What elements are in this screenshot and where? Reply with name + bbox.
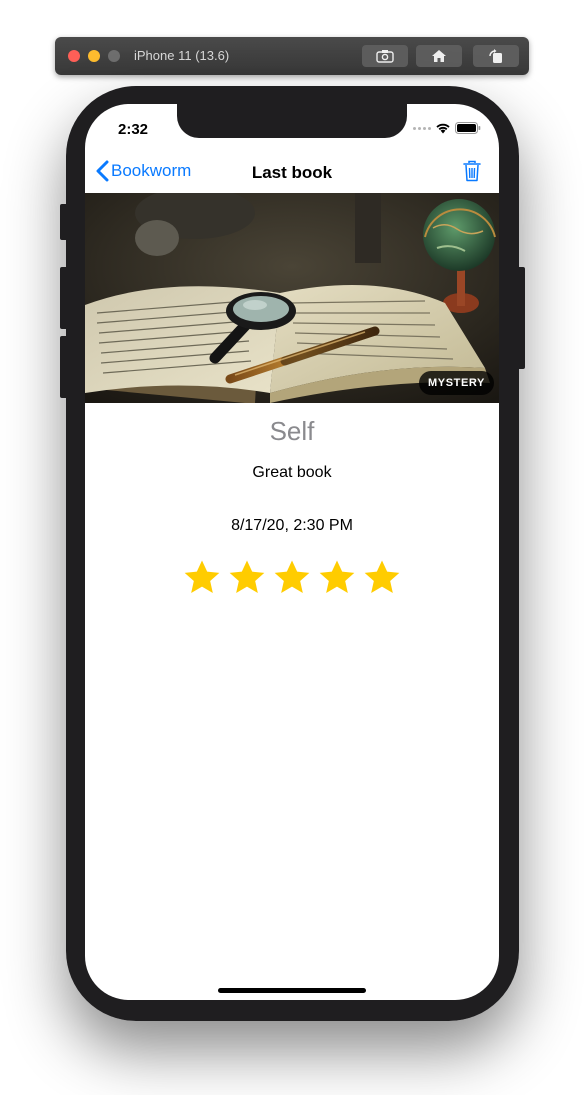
star-icon[interactable] [362,558,402,598]
book-date: 8/17/20, 2:30 PM [231,517,353,534]
simulator-title: iPhone 11 (13.6) [134,48,230,63]
notch [177,104,407,138]
delete-button[interactable] [463,160,481,187]
screenshot-icon [376,50,394,63]
trash-icon [463,160,481,182]
genre-image: MYSTERY [85,193,499,403]
close-window-button[interactable] [68,50,80,62]
simulator-title-bar: iPhone 11 (13.6) [55,37,529,75]
rating-stars[interactable] [85,558,499,598]
navigation-bar: Bookworm Last book [85,151,499,193]
star-icon[interactable] [317,558,357,598]
zoom-window-button[interactable] [108,50,120,62]
rotate-icon [489,49,502,63]
battery-icon [455,122,481,134]
star-icon[interactable] [272,558,312,598]
book-author: Self [269,416,315,446]
home-button[interactable] [416,45,462,67]
home-indicator[interactable] [218,988,366,993]
home-icon [432,50,446,62]
genre-badge: MYSTERY [419,371,494,395]
status-time: 2:32 [118,121,149,138]
book-review: Great book [252,464,332,481]
star-icon[interactable] [182,558,222,598]
page-title: Last book [251,163,333,182]
star-icon[interactable] [227,558,267,598]
device-screen: 2:32 Bookworm Last book MYSTERY Self Gre… [85,104,499,1000]
status-indicators [413,122,481,134]
wifi-icon [436,123,450,134]
screenshot-button[interactable] [362,45,408,67]
rotate-button[interactable] [473,45,519,67]
minimize-window-button[interactable] [88,50,100,62]
cellular-signal-icon [413,126,431,130]
